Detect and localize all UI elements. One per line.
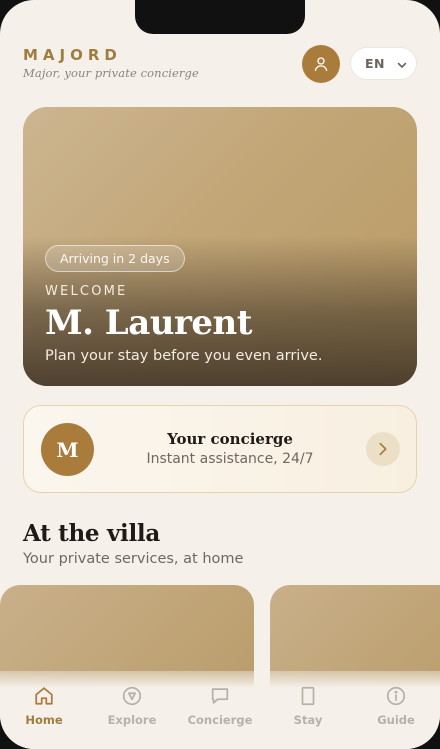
tab-label: Home bbox=[25, 713, 63, 727]
door-icon bbox=[301, 686, 315, 706]
brand: MAJORD Major, your private concierge bbox=[23, 46, 199, 80]
tab-stay[interactable]: Stay bbox=[264, 671, 352, 749]
bottom-tab-bar: Home Explore Concierge Stay Guide bbox=[0, 671, 440, 749]
chevron-down-icon bbox=[397, 62, 407, 68]
concierge-open-button[interactable] bbox=[366, 432, 400, 466]
concierge-card[interactable]: M Your concierge Instant assistance, 24/… bbox=[23, 405, 417, 493]
welcome-eyebrow: WELCOME bbox=[45, 284, 128, 299]
concierge-text: Your concierge Instant assistance, 24/7 bbox=[104, 430, 356, 467]
chat-icon bbox=[211, 688, 229, 704]
hero-subtitle: Plan your stay before you even arrive. bbox=[45, 348, 323, 364]
language-value: EN bbox=[365, 56, 386, 71]
user-icon bbox=[314, 57, 328, 72]
guest-name: M. Laurent bbox=[45, 303, 252, 343]
info-icon bbox=[386, 686, 406, 706]
app-screen: MAJORD Major, your private concierge EN … bbox=[0, 0, 440, 749]
tab-home[interactable]: Home bbox=[0, 671, 88, 749]
tab-label: Stay bbox=[293, 713, 323, 727]
welcome-hero-card[interactable]: Arriving in 2 days WELCOME M. Laurent Pl… bbox=[23, 107, 417, 386]
tab-label: Concierge bbox=[187, 713, 253, 727]
brand-tagline: Major, your private concierge bbox=[23, 66, 199, 80]
language-select[interactable]: EN bbox=[350, 47, 417, 80]
chevron-right-icon bbox=[379, 442, 387, 456]
device-notch bbox=[135, 0, 305, 34]
tab-label: Explore bbox=[107, 713, 157, 727]
section-title: At the villa bbox=[23, 520, 160, 547]
brand-name: MAJORD bbox=[23, 46, 122, 64]
hero-content: Arriving in 2 days WELCOME M. Laurent Pl… bbox=[45, 245, 322, 364]
home-icon bbox=[35, 687, 53, 705]
section-subtitle: Your private services, at home bbox=[23, 551, 244, 567]
tab-explore[interactable]: Explore bbox=[88, 671, 176, 749]
concierge-subtitle: Instant assistance, 24/7 bbox=[146, 451, 314, 467]
profile-button[interactable] bbox=[302, 45, 340, 83]
compass-icon bbox=[122, 686, 142, 706]
arrival-badge: Arriving in 2 days bbox=[45, 245, 185, 272]
concierge-avatar: M bbox=[41, 423, 94, 476]
tab-guide[interactable]: Guide bbox=[352, 671, 440, 749]
tab-label: Guide bbox=[377, 713, 415, 727]
concierge-title: Your concierge bbox=[167, 430, 293, 448]
tab-concierge[interactable]: Concierge bbox=[176, 671, 264, 749]
